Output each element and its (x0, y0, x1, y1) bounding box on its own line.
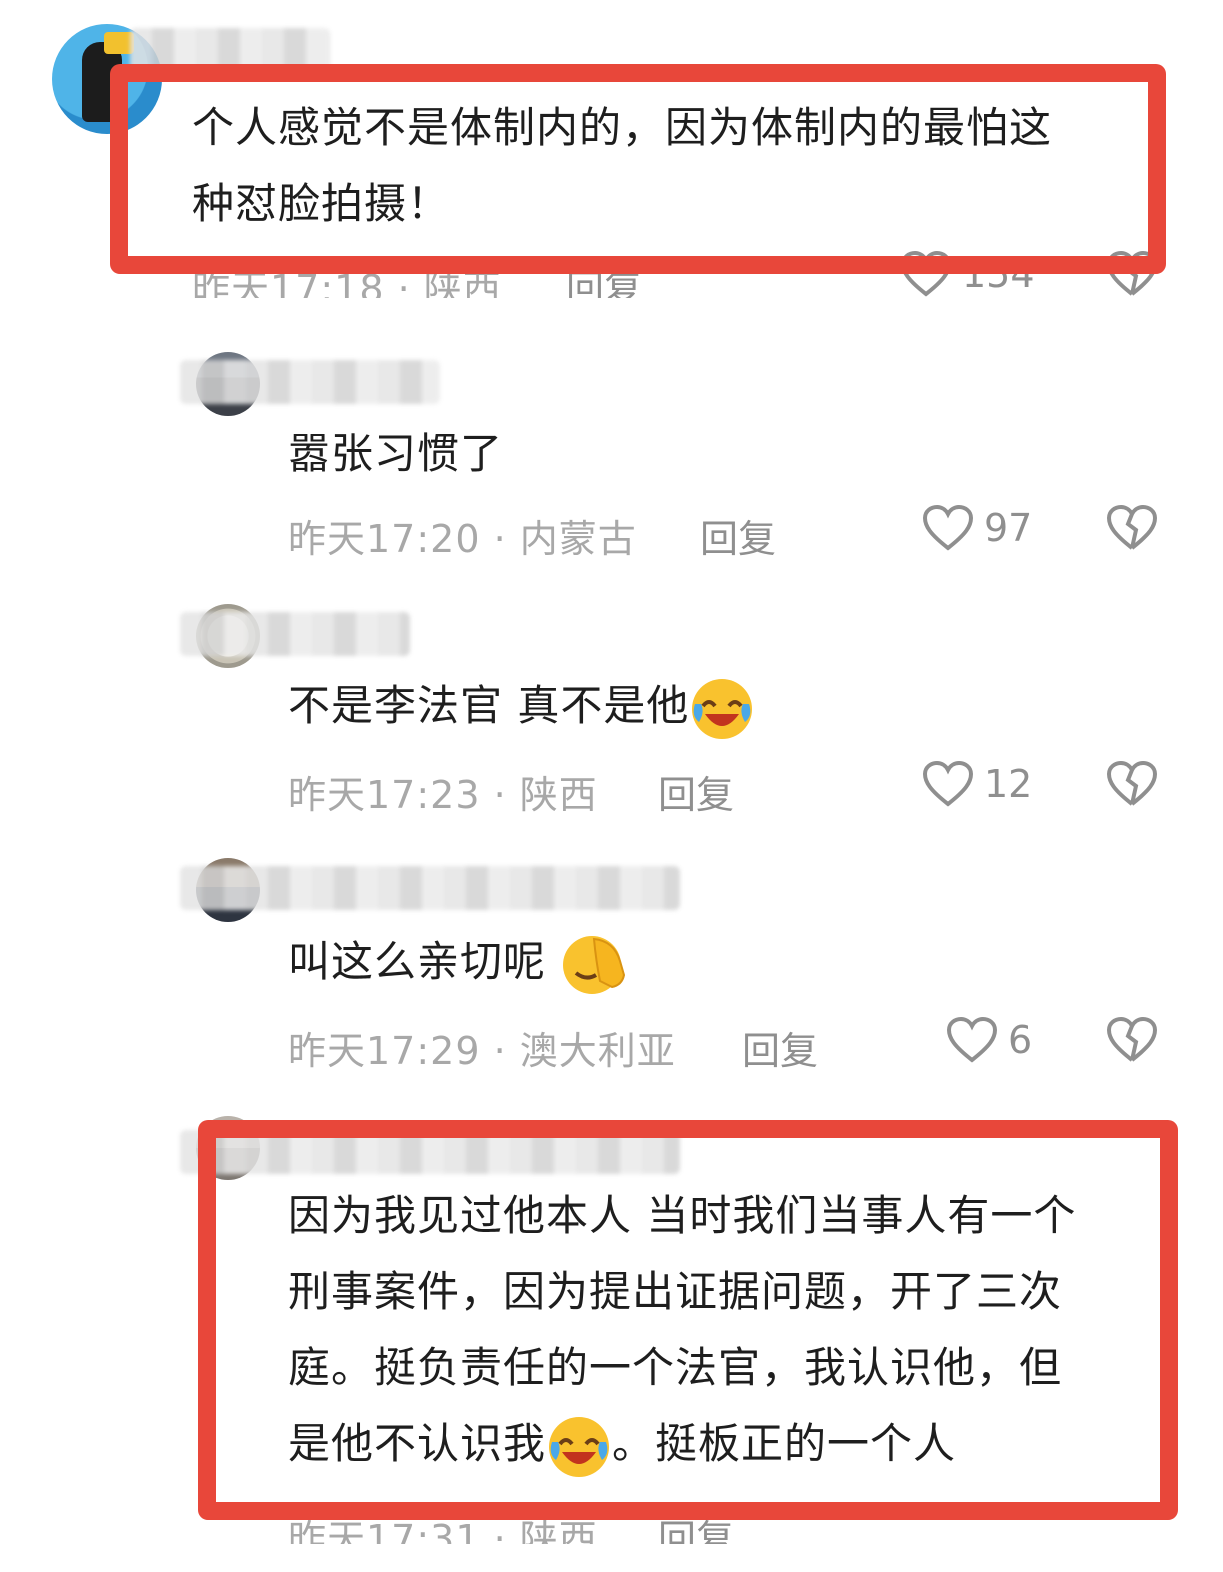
tears-of-joy-emoji (549, 1416, 610, 1477)
username-blurred[interactable] (180, 360, 440, 404)
reply-button[interactable]: 回复 (658, 1508, 734, 1544)
comment-text: 叫这么亲切呢 (288, 924, 628, 1000)
reply-button[interactable]: 回复 (658, 764, 734, 819)
comment-text: 不是李法官 真不是他 (288, 668, 755, 744)
username-blurred[interactable] (180, 1130, 680, 1174)
username-blurred[interactable] (180, 612, 410, 656)
reply-button[interactable]: 回复 (742, 1020, 818, 1075)
comment-text: 因为我见过他本人 当时我们当事人有一个 刑事案件，因为提出证据问题，开了三次 庭… (288, 1178, 1168, 1482)
comment-meta: 昨天17:23 · 陕西 (288, 773, 598, 817)
dislike-button[interactable] (1106, 760, 1158, 812)
username-blurred[interactable] (180, 866, 680, 910)
reply-button[interactable]: 回复 (566, 258, 642, 298)
facepalm-emoji (563, 935, 626, 994)
heart-icon (946, 1016, 998, 1063)
username-blurred[interactable] (130, 28, 330, 72)
broken-heart-icon (1106, 504, 1158, 550)
reply-button[interactable]: 回复 (700, 508, 776, 563)
comment-meta: 昨天17:29 · 澳大利亚 (288, 1029, 676, 1073)
comment-meta: 昨天17:18 · 陕西 (192, 267, 502, 298)
tears-of-joy-emoji (692, 678, 753, 739)
heart-icon (900, 250, 952, 297)
like-button[interactable]: 154 (900, 250, 1035, 298)
heart-icon (922, 760, 974, 807)
like-button[interactable]: 6 (946, 1016, 1032, 1064)
dislike-button[interactable] (1106, 1016, 1158, 1068)
heart-icon (922, 504, 974, 551)
like-button[interactable]: 12 (922, 760, 1032, 808)
dislike-button[interactable] (1106, 504, 1158, 556)
comment-text: 嚣张习惯了 (288, 429, 504, 478)
broken-heart-icon (1106, 760, 1158, 806)
dislike-button[interactable] (1106, 250, 1158, 298)
broken-heart-icon (1106, 250, 1158, 296)
comment-meta: 昨天17:20 · 内蒙古 (288, 517, 637, 561)
comment-meta: 昨天17:31 · 陕西 (288, 1517, 598, 1544)
broken-heart-icon (1106, 1016, 1158, 1062)
comment-text: 个人感觉不是体制内的，因为体制内的最怕这 种怼脸拍摄！ (192, 103, 1053, 228)
like-button[interactable]: 97 (922, 504, 1032, 552)
